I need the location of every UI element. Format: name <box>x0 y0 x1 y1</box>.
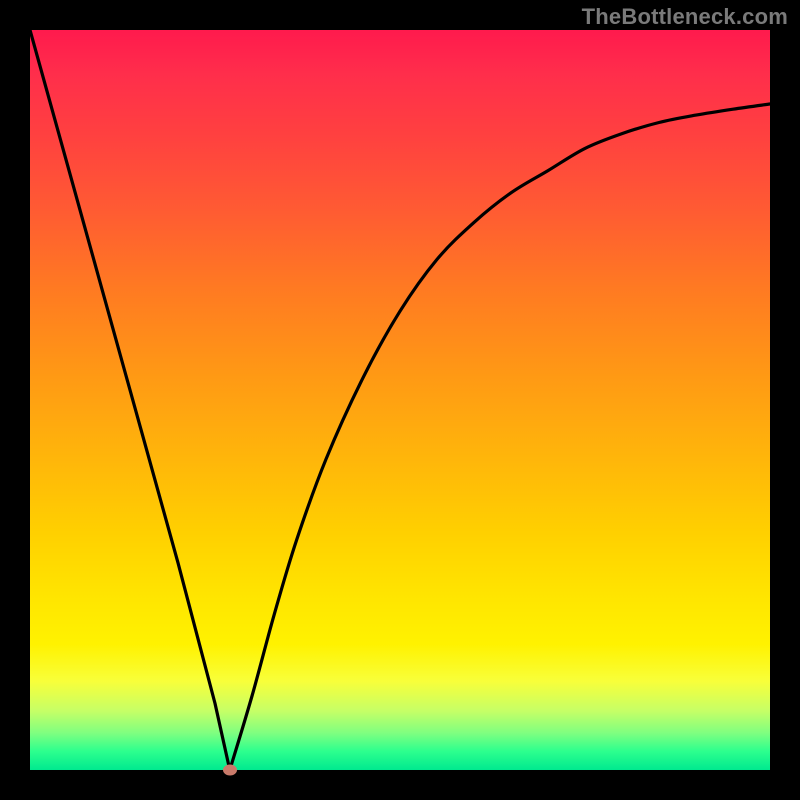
optimal-point-marker <box>223 765 237 776</box>
chart-plot-area <box>30 30 770 770</box>
bottleneck-curve <box>30 30 770 770</box>
watermark-text: TheBottleneck.com <box>582 4 788 30</box>
